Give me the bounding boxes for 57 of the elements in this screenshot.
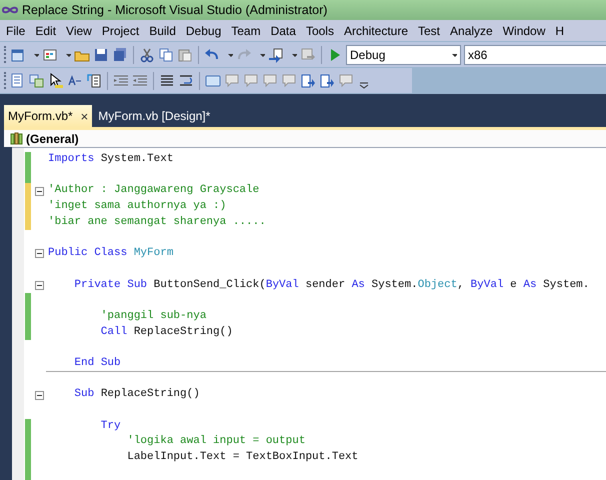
code-line: Imports System.Text	[47, 152, 174, 167]
menu-item[interactable]: Team	[225, 22, 265, 40]
configuration-dropdown[interactable]: Debug	[346, 44, 461, 64]
outdent-icon[interactable]	[113, 72, 129, 88]
document-right-arrow-icon[interactable]	[319, 72, 335, 88]
stacked-disks-icon[interactable]	[112, 46, 128, 62]
collapse-icon[interactable]	[34, 186, 44, 196]
collapse-icon[interactable]	[34, 249, 44, 258]
scissors-icon[interactable]	[139, 46, 155, 62]
menu-item[interactable]: File	[0, 22, 30, 40]
menu-item[interactable]: Analyze	[444, 22, 497, 40]
document-right-arrow-icon[interactable]	[300, 72, 316, 88]
menu-item[interactable]: H	[549, 22, 568, 40]
pointer-icon[interactable]	[48, 72, 64, 88]
document-tab[interactable]: MyForm.vb [Design]*	[94, 105, 214, 127]
code-line: 'inget sama authornya ya :)	[47, 199, 226, 214]
code-line: 'Author : Janggawareng Grayscale	[47, 183, 260, 198]
member-dropdown-label: (General)	[26, 130, 79, 148]
menu-item[interactable]: Build	[143, 22, 180, 40]
code-line: Sub ReplaceString()	[73, 387, 200, 402]
indent-icon[interactable]	[132, 72, 148, 88]
wrap-lines-icon[interactable]	[178, 72, 194, 88]
collapse-icon[interactable]	[34, 280, 44, 290]
grid-window-icon[interactable]	[42, 46, 58, 62]
code-line: 'logika awal input = output	[126, 434, 306, 450]
class-icon	[10, 132, 24, 145]
navigate-back-icon[interactable]	[268, 46, 284, 62]
logo-icon	[2, 5, 18, 15]
code-line: LabelInput.Text = TextBoxInput.Text	[126, 450, 358, 466]
lines-icon[interactable]	[159, 72, 175, 88]
menu-item[interactable]: Edit	[29, 22, 60, 40]
rectangle-icon[interactable]	[205, 72, 221, 88]
paste-icon[interactable]	[177, 46, 193, 62]
member-dropdown[interactable]: (General)	[4, 127, 606, 147]
window-title: Replace String - Microsoft Visual Studio (Administrator)	[22, 2, 328, 19]
menu-item[interactable]: Tools	[300, 22, 338, 40]
menu-item[interactable]: View	[60, 22, 96, 40]
platform-dropdown[interactable]: x86	[464, 44, 606, 64]
menu-item[interactable]: Architecture	[338, 22, 412, 40]
code-line: 'panggil sub-nya	[100, 308, 206, 324]
close-button[interactable]: ×	[80, 110, 88, 122]
collapse-icon[interactable]	[34, 390, 44, 400]
document-tab[interactable]: MyForm.vb* ×	[4, 105, 92, 127]
menu-item[interactable]: Debug	[180, 22, 226, 40]
code-line: Try	[100, 418, 121, 434]
document-arrow-icon[interactable]	[86, 72, 102, 88]
menu-item[interactable]: Data	[264, 22, 300, 40]
code-line: End Sub	[73, 356, 121, 371]
menu-item[interactable]: Test	[412, 22, 444, 40]
code-line: Private Sub ButtonSend_Click(ByVal sender As System.Object, ByVal e As System.	[73, 278, 590, 292]
code-line: Call ReplaceString()	[100, 324, 233, 340]
new-window-icon[interactable]	[10, 46, 26, 62]
code-line: 'biar ane semangat sharenya .....	[47, 214, 266, 230]
menu-item[interactable]: Project	[96, 22, 144, 40]
code-line: Public Class MyForm	[47, 246, 174, 262]
copy-icon[interactable]	[158, 46, 174, 62]
menu-item[interactable]: Window	[496, 22, 550, 40]
